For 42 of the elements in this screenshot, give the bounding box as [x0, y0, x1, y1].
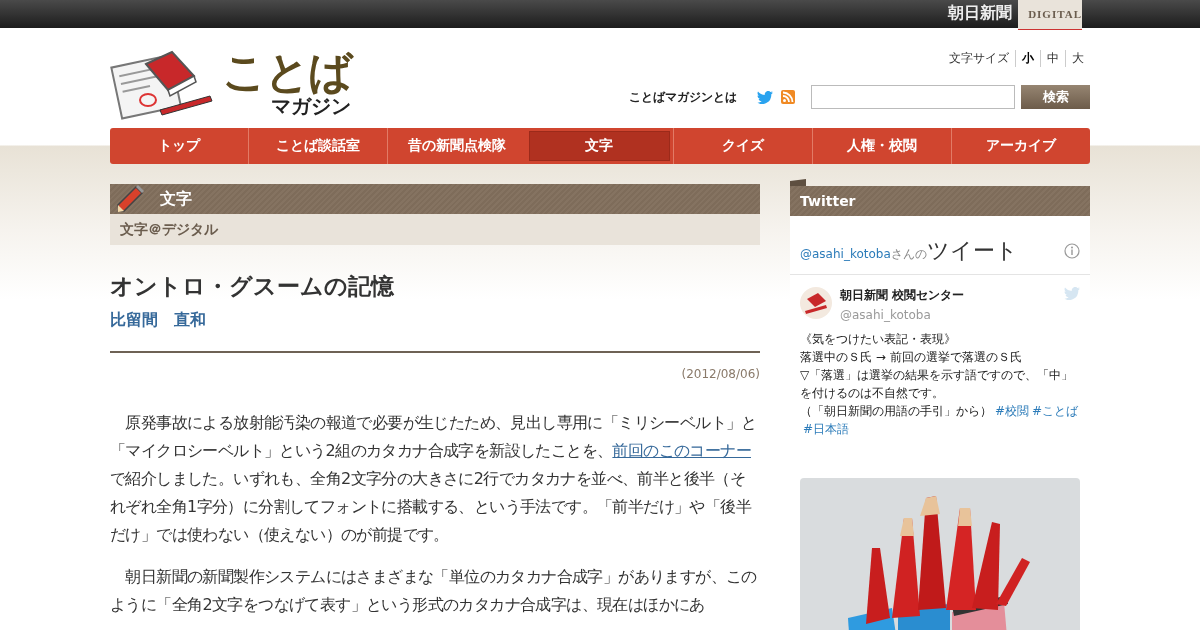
font-size-option[interactable]: 小 [1015, 50, 1040, 67]
pencil-icon [116, 185, 146, 213]
article-paragraph: 朝日新聞の新聞製作システムにはさまざまな「単位のカタカナ合成字」がありますが、このように「全角2文字をつなげて表す」という形式のカタカナ合成字は、現在はほかにあ [110, 566, 758, 616]
bird-icon[interactable] [757, 90, 773, 104]
account-name[interactable]: 朝日新聞 校閲センター [840, 287, 1056, 304]
font-size-option[interactable]: 大 [1065, 50, 1090, 67]
site-logo[interactable]: ことば マガジン [222, 50, 351, 116]
timeline-heading: @asahi_kotobaさんのツイート [800, 237, 1018, 265]
hashtag-link[interactable]: #校閲 [995, 404, 1030, 418]
hashtag-link[interactable]: #日本語 [803, 422, 850, 436]
nav-tab[interactable]: ことば談話室 [248, 128, 388, 164]
nav-tab[interactable]: 人権・校閲 [811, 128, 951, 164]
info-icon[interactable] [1064, 243, 1080, 259]
search-field[interactable] [811, 85, 1015, 109]
article-date: (2012/08/06) [680, 367, 760, 381]
tweet-text: ▽「落選」は選挙の結果を示す語ですので、「中」を付けるのは不自然です。 [800, 367, 1075, 402]
about-link[interactable]: ことばマガジンとは [629, 88, 737, 106]
article-title: オントロ・グスームの記憶 [110, 272, 395, 301]
sidebar-title: Twitter [800, 193, 856, 209]
hashtag-link[interactable]: #ことば [1032, 404, 1079, 418]
nav-tab[interactable]: 昔の新聞点検隊 [387, 128, 527, 164]
font-size-label: 文字サイズ [949, 50, 1010, 67]
avatar-icon [800, 287, 832, 319]
account-handle[interactable]: @asahi_kotoba [840, 308, 1056, 322]
tweet-text: 《気をつけたい表記・表現》 [800, 331, 957, 348]
article-link[interactable]: 前回のこのコーナー [612, 441, 751, 460]
article-paragraph: 原発事故による放射能汚染の報道で必要が生じたため、見出し専用に「ミリシーベルト」と「マイクロシーベルト」という2組のカタカナ合成字を新設したことを、前回のこのコーナー で紹介しました。いずれも、全角2文字分の大きさに2行でカタカナを並べ、前半と後半（それぞれ全角1字分）に分割してフォントに搭載する、という手法です。「前半だけ」や「後半だけ」では使わない（使えない）のが前提です。 [110, 412, 758, 546]
nav-tab[interactable]: トップ [110, 128, 249, 164]
font-size-option[interactable]: 中 [1040, 50, 1065, 67]
tweet-text: （「朝日新聞の用語の手引」から） [800, 404, 992, 418]
nav-tab[interactable]: 文字 [529, 131, 670, 161]
search-button[interactable]: 検索 [1021, 85, 1090, 109]
section-subtitle: 文字＠デジタル [110, 214, 760, 245]
bird-icon[interactable] [1064, 287, 1080, 300]
author-name[interactable]: 比留間 直和 [110, 310, 760, 331]
rss-icon[interactable] [781, 90, 795, 104]
section-title: 文字 [160, 188, 192, 210]
brand-logo[interactable]: 朝日新聞 DIGITAL [948, 0, 1082, 30]
corner-tab-icon [790, 179, 806, 186]
nav-tab[interactable]: アーカイブ [950, 128, 1090, 164]
tweet-text: 落選中のＳ氏 → 前回の選挙で落選のＳ氏 [800, 349, 1023, 366]
nav-tab[interactable]: クイズ [672, 128, 812, 164]
